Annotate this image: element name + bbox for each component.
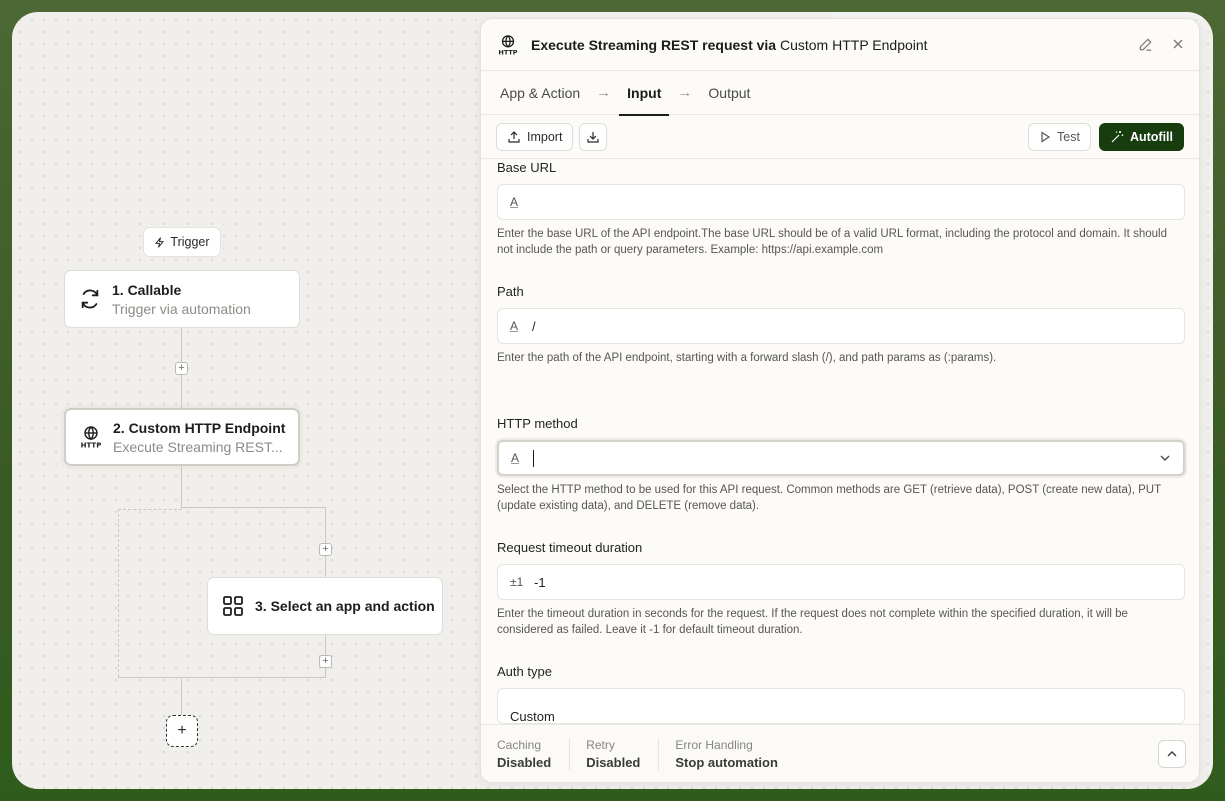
lightning-icon (155, 236, 165, 248)
footer-key: Error Handling (675, 737, 753, 752)
tab-output[interactable]: Output (708, 85, 750, 101)
field-value: -1 (534, 574, 546, 590)
edit-icon[interactable] (1138, 37, 1153, 52)
http-globe-icon: HTTP (79, 425, 103, 449)
timeout-input[interactable]: ±1 -1 (497, 564, 1185, 600)
chevron-down-icon[interactable] (1159, 452, 1171, 464)
add-step-button[interactable]: + (175, 362, 188, 375)
autofill-button[interactable]: Autofill (1098, 122, 1184, 151)
input-form: Base URL A Enter the base URL of the API… (481, 160, 1199, 726)
field-help: Select the HTTP method to be used for th… (497, 484, 1161, 512)
footer-value: Stop automation (675, 754, 778, 770)
footer-caching[interactable]: Caching Disabled (497, 737, 571, 770)
text-caret (533, 449, 534, 467)
text-type-icon: A (510, 319, 519, 333)
download-icon (587, 131, 600, 143)
expand-footer-button[interactable] (1158, 739, 1186, 768)
field-label: Path (497, 284, 524, 299)
text-type-icon: A (511, 451, 520, 465)
test-label: Test (1057, 129, 1080, 144)
panel-title: Execute Streaming REST request via Custo… (531, 36, 928, 53)
refresh-icon (78, 287, 102, 311)
http-method-select[interactable]: A (497, 440, 1185, 476)
field-label: Base URL (497, 160, 557, 175)
footer-retry[interactable]: Retry Disabled (586, 737, 660, 770)
step-config-panel: HTTP Execute Streaming REST request via … (480, 18, 1200, 783)
upload-icon (508, 130, 520, 143)
base-url-input[interactable]: A (497, 184, 1185, 220)
svg-text:HTTP: HTTP (499, 48, 518, 55)
node-title: 3. Select an app and action (255, 598, 435, 614)
connector-line (118, 677, 326, 678)
workflow-node-custom-http[interactable]: HTTP 2. Custom HTTP Endpoint Execute Str… (64, 408, 300, 466)
tab-arrow-icon: → (596, 84, 612, 101)
footer-key: Caching (497, 737, 542, 752)
workflow-node-select-app[interactable]: 3. Select an app and action (207, 577, 443, 635)
field-value: / (532, 318, 536, 334)
add-step-button[interactable]: + (319, 655, 332, 668)
import-button[interactable]: Import (496, 122, 574, 151)
panel-footer: Caching Disabled Retry Disabled Error Ha… (481, 724, 1199, 782)
add-step-large-button[interactable]: + (166, 715, 198, 747)
node-subtitle: Trigger via automation (112, 300, 251, 317)
field-label: Request timeout duration (497, 540, 643, 555)
footer-key: Retry (586, 737, 615, 752)
connector-line (325, 507, 326, 577)
connector-dashed (118, 509, 119, 677)
tab-app-action[interactable]: App & Action (500, 85, 580, 101)
panel-header: HTTP Execute Streaming REST request via … (481, 19, 1199, 71)
play-icon (1041, 130, 1051, 143)
trigger-pill[interactable]: Trigger (143, 227, 221, 257)
footer-error-handling[interactable]: Error Handling Stop automation (675, 738, 796, 770)
http-globe-icon: HTTP (499, 34, 518, 56)
app-window: Trigger 1. Callable Trigger via automati… (12, 12, 1213, 789)
field-help: Enter the timeout duration in seconds fo… (497, 608, 1128, 636)
svg-text:HTTP: HTTP (81, 442, 102, 450)
tab-input[interactable]: Input (619, 85, 670, 116)
close-icon[interactable] (1171, 37, 1185, 51)
field-help: Enter the path of the API endpoint, star… (497, 352, 997, 364)
magic-wand-icon (1111, 130, 1124, 142)
add-step-button[interactable]: + (319, 543, 332, 556)
footer-value: Disabled (586, 754, 641, 770)
node-subtitle: Execute Streaming REST... (113, 438, 283, 455)
field-label: Auth type (497, 664, 552, 679)
tab-arrow-icon: → (677, 84, 693, 101)
input-toolbar: Import Test Autofill (481, 115, 1199, 159)
chevron-up-icon (1167, 750, 1177, 756)
autofill-label: Autofill (1129, 129, 1173, 144)
footer-value: Disabled (497, 754, 552, 770)
step-tabs: App & Action → Input → Output (481, 71, 1199, 116)
field-label: HTTP method (497, 416, 578, 431)
node-title: 2. Custom HTTP Endpoint (113, 419, 286, 436)
import-label: Import (527, 129, 563, 144)
grid-icon (221, 594, 245, 618)
connector-dashed (118, 509, 182, 510)
text-type-icon: A (510, 195, 519, 209)
workflow-node-callable[interactable]: 1. Callable Trigger via automation (64, 270, 300, 328)
connector-line (181, 677, 182, 715)
field-value: Custom (510, 708, 555, 724)
number-type-icon: ±1 (510, 575, 524, 589)
connector-line (181, 507, 325, 508)
node-title: 1. Callable (112, 281, 182, 298)
field-help: Enter the base URL of the API endpoint.T… (497, 228, 1167, 256)
test-button[interactable]: Test (1028, 122, 1091, 151)
path-input[interactable]: A / (497, 308, 1185, 344)
connector-line (181, 466, 182, 508)
auth-type-select[interactable]: Custom (497, 688, 1185, 724)
export-button[interactable] (579, 122, 608, 151)
trigger-pill-label: Trigger (170, 235, 210, 249)
